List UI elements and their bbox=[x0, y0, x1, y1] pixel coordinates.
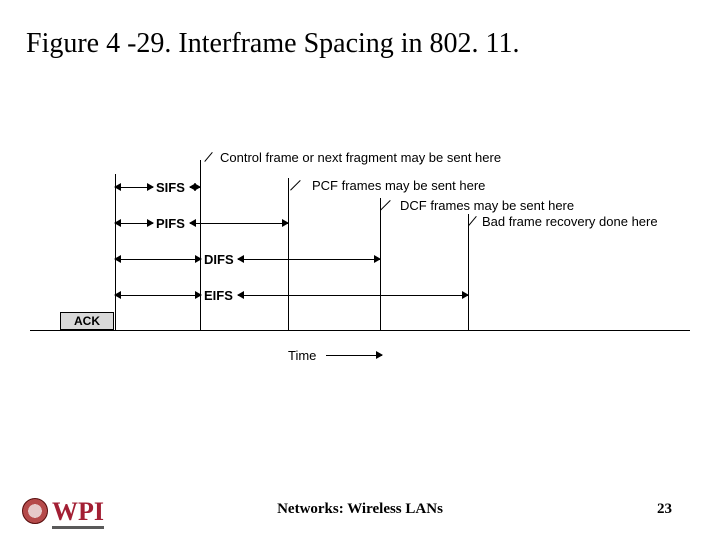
interframe-diagram: SIFS PIFS DIFS EIFS Control frame or nex… bbox=[30, 150, 690, 380]
footer-caption: Networks: Wireless LANs bbox=[0, 501, 720, 518]
arrow-difs-right bbox=[238, 259, 380, 260]
annotation-pcf: PCF frames may be sent here bbox=[312, 178, 485, 193]
arrow-eifs-right bbox=[238, 295, 468, 296]
page-number: 23 bbox=[657, 501, 672, 518]
arrow-sifs-left bbox=[115, 187, 153, 188]
label-pifs: PIFS bbox=[156, 216, 185, 231]
slide-title: Figure 4 -29. Interframe Spacing in 802.… bbox=[26, 28, 520, 60]
arrow-pifs-left bbox=[115, 223, 153, 224]
time-label: Time bbox=[288, 348, 316, 363]
tick-eifs bbox=[468, 214, 469, 330]
tick-difs bbox=[380, 198, 381, 330]
time-arrow bbox=[326, 355, 382, 356]
arrow-pifs-right bbox=[190, 223, 288, 224]
leader-badframe bbox=[468, 216, 476, 226]
leader-dcf bbox=[380, 200, 391, 211]
label-difs: DIFS bbox=[204, 252, 234, 267]
arrow-difs-left bbox=[115, 259, 201, 260]
leader-control bbox=[204, 152, 212, 162]
ack-frame: ACK bbox=[60, 312, 114, 330]
arrow-sifs-right bbox=[190, 187, 200, 188]
tick-pifs bbox=[288, 178, 289, 330]
label-eifs: EIFS bbox=[204, 288, 233, 303]
tick-start bbox=[115, 174, 116, 330]
annotation-control: Control frame or next fragment may be se… bbox=[220, 150, 501, 165]
time-axis bbox=[30, 330, 690, 331]
annotation-badframe: Bad frame recovery done here bbox=[482, 214, 658, 229]
leader-pcf bbox=[290, 180, 301, 191]
annotation-dcf: DCF frames may be sent here bbox=[400, 198, 574, 213]
arrow-eifs-left bbox=[115, 295, 201, 296]
label-sifs: SIFS bbox=[156, 180, 185, 195]
